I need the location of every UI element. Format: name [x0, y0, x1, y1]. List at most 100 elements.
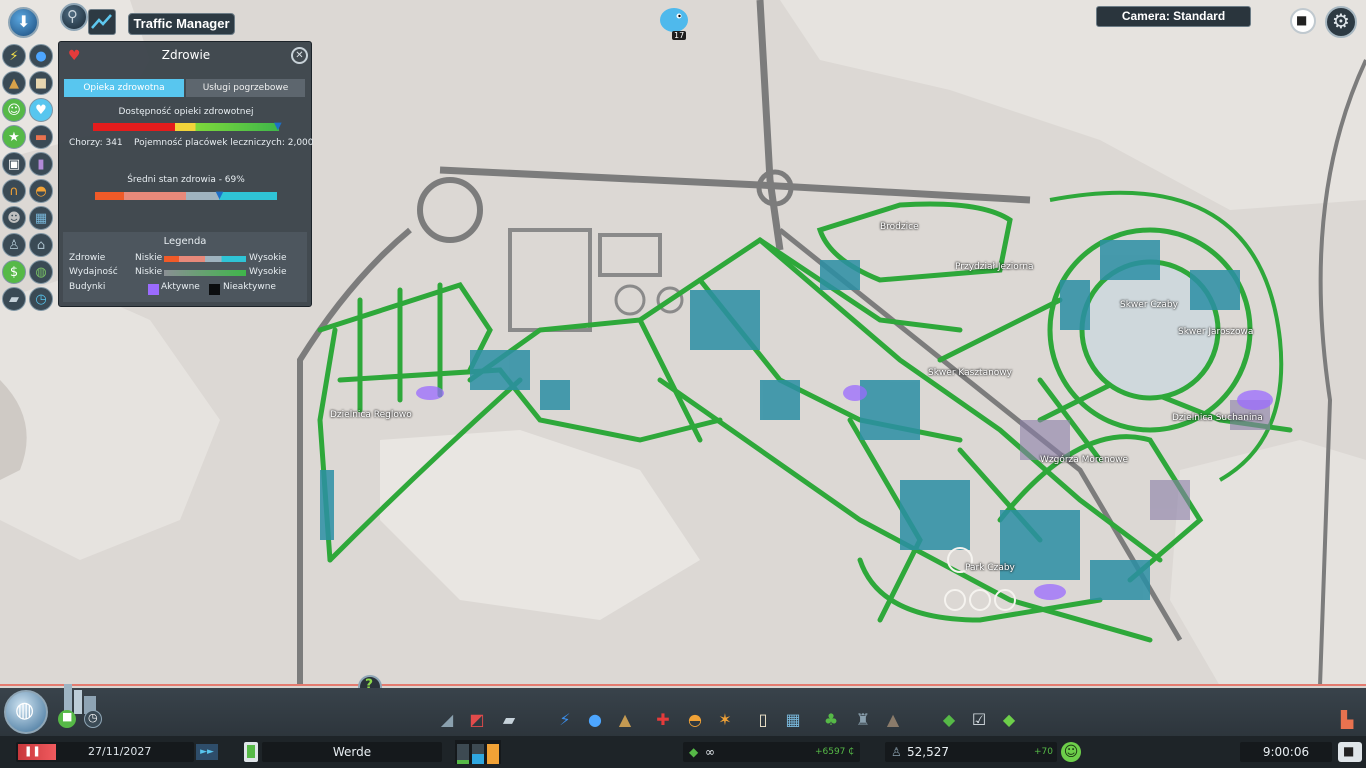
camera-icon: ■: [1296, 13, 1308, 27]
heart-icon: ♥: [35, 102, 47, 118]
district-label: Wzgórza Morenowe: [1040, 455, 1129, 465]
cash-icon: ◆: [942, 709, 956, 729]
traffic-view-button[interactable]: ▣: [2, 152, 26, 176]
roads-button[interactable]: ◢: [436, 708, 458, 730]
district-label: Skwer Jaroszowa: [1178, 327, 1254, 337]
unlock-button[interactable]: ■: [58, 710, 76, 728]
factory-icon: ▬: [34, 129, 48, 145]
monuments-button[interactable]: ♜: [852, 708, 874, 730]
districts-button[interactable]: ▰: [498, 708, 520, 730]
police-button[interactable]: ✶: [714, 708, 736, 730]
legend-row-label: Zdrowie: [69, 253, 106, 263]
transport-button[interactable]: ▦: [782, 708, 804, 730]
happiness-view-button[interactable]: ☺: [2, 98, 26, 122]
garbage-button[interactable]: ▲: [614, 708, 636, 730]
gorilla-icon: ☻: [7, 210, 21, 226]
traffic-manager-button[interactable]: Traffic Manager: [128, 13, 235, 35]
person-icon: ♙: [8, 237, 20, 253]
free-camera-button[interactable]: ■: [1290, 8, 1316, 34]
close-button[interactable]: ✕: [291, 47, 308, 64]
bulldozer-icon: ▙: [1340, 709, 1354, 729]
districts-view-button[interactable]: ▰: [2, 287, 26, 311]
availability-bar: [93, 123, 279, 131]
level-view-button[interactable]: ★: [2, 125, 26, 149]
time-view-button[interactable]: ◷: [29, 287, 53, 311]
legend-buildings-label: Budynki: [69, 282, 106, 292]
water-view-button[interactable]: ●: [29, 44, 53, 68]
education-view-button[interactable]: ☻: [2, 206, 26, 230]
speed-button[interactable]: ►►: [196, 744, 218, 760]
wind-view-button[interactable]: ▮: [29, 152, 53, 176]
chirper-count: 17: [672, 31, 687, 40]
fire-view-button[interactable]: ◓: [29, 179, 53, 203]
milestones-button[interactable]: ◷: [84, 710, 102, 728]
unlock-menu-button[interactable]: ⬇: [8, 7, 39, 38]
chirper-button[interactable]: 17: [656, 2, 692, 42]
legend: Legenda Zdrowie Niskie Wysokie Wydajność…: [63, 232, 307, 302]
city-name-edit-button[interactable]: [244, 742, 258, 762]
district-label: Skwer Kasztanowy: [928, 368, 1012, 378]
pollution-view-button[interactable]: ▬: [29, 125, 53, 149]
tab-deathcare[interactable]: Usługi pogrzebowe: [186, 79, 305, 97]
legend-low-label: Niskie: [135, 253, 163, 263]
population-box[interactable]: ♙ 52,527 +70: [885, 742, 1057, 762]
screenshot-button[interactable]: ■: [1338, 742, 1362, 762]
garbage-view-button[interactable]: ▲: [2, 71, 26, 95]
electricity-view-button[interactable]: ⚡: [2, 44, 26, 68]
clock-icon: ◷: [88, 711, 98, 724]
avg-health-bar: [95, 192, 277, 200]
legend-inactive-label: Nieaktywne: [223, 282, 276, 292]
money-value: ∞: [705, 745, 715, 759]
policies-button[interactable]: ☑: [968, 708, 990, 730]
money-button[interactable]: ◆: [938, 708, 960, 730]
trash-icon: ▲: [9, 75, 19, 91]
traffic-manager-icon-button[interactable]: [88, 9, 116, 35]
crime-view-button[interactable]: ■: [29, 71, 53, 95]
inactive-swatch: [209, 284, 220, 295]
health-view-button[interactable]: ♥: [29, 98, 53, 122]
transport-view-button[interactable]: ▦: [29, 206, 53, 230]
lightning-icon: ⚡: [9, 48, 19, 64]
dollar-icon: $: [9, 264, 19, 280]
bulldozer-button[interactable]: ▙: [1336, 708, 1358, 730]
info-views-button[interactable]: ⚲: [60, 3, 88, 31]
panel-title: Zdrowie: [161, 48, 211, 62]
city-info-button[interactable]: ◍: [4, 690, 48, 734]
legend-row-label: Wydajność: [69, 267, 118, 277]
money-box[interactable]: ◆ ∞ +6597 ₵: [683, 742, 860, 762]
city-name[interactable]: Werde: [262, 742, 442, 762]
camera-mode-button[interactable]: Camera: Standard: [1096, 6, 1251, 27]
healthcare-button[interactable]: ✚: [652, 708, 674, 730]
badge-icon: ✶: [718, 709, 732, 729]
globe-icon: ◍: [15, 698, 35, 723]
resources-view-button[interactable]: ◍: [29, 260, 53, 284]
district-icon: ▰: [502, 709, 516, 729]
population-value: 52,527: [907, 745, 949, 759]
pyramid-icon: ▲: [886, 709, 900, 729]
fire-helmet-icon: ◓: [688, 709, 702, 729]
cash-icon: ◆: [689, 745, 699, 759]
wonders-button[interactable]: ▲: [882, 708, 904, 730]
land-value-view-button[interactable]: ⌂: [29, 233, 53, 257]
zoning-button[interactable]: ◩: [466, 708, 488, 730]
road-icon: ◢: [440, 709, 454, 729]
electricity-button[interactable]: ⚡: [554, 708, 576, 730]
happiness-indicator[interactable]: ☺: [1061, 742, 1081, 762]
magnifier-icon: ⚲: [67, 7, 78, 25]
tab-healthcare[interactable]: Opieka zdrowotna: [64, 79, 184, 97]
lock-icon: ■: [62, 710, 73, 723]
education-button[interactable]: ▯: [752, 708, 774, 730]
game-time: 9:00:06: [1240, 742, 1332, 762]
camera-icon: ■: [1343, 744, 1355, 758]
options-button[interactable]: ⚙: [1325, 6, 1357, 38]
population-view-button[interactable]: ♙: [2, 233, 26, 257]
efficiency-gradient: [164, 270, 246, 276]
legend-high-label: Wysokie: [249, 253, 287, 263]
fire-button[interactable]: ◓: [684, 708, 706, 730]
water-button[interactable]: ●: [584, 708, 606, 730]
areas-button[interactable]: ◆: [998, 708, 1020, 730]
fire-helmet-icon: ◓: [35, 183, 47, 199]
noise-view-button[interactable]: ∩: [2, 179, 26, 203]
beautification-button[interactable]: ♣: [820, 708, 842, 730]
economy-view-button[interactable]: $: [2, 260, 26, 284]
